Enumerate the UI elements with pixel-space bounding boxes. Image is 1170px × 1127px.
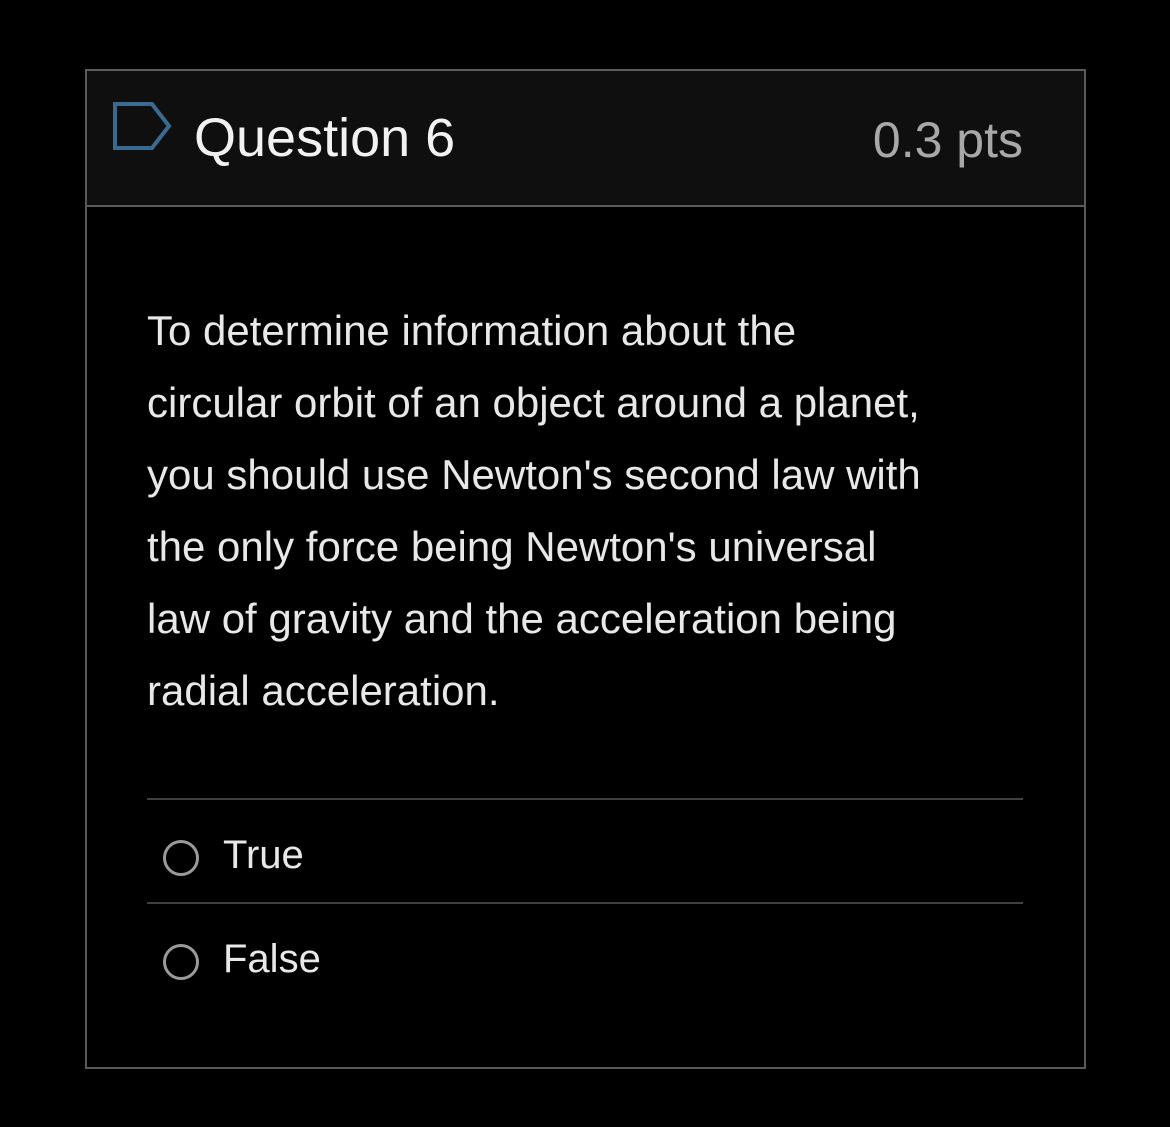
question-points: 0.3 pts bbox=[872, 112, 1023, 168]
answer-option-true[interactable]: True bbox=[147, 798, 1023, 902]
radio-button-false[interactable] bbox=[163, 944, 199, 980]
answer-label-false[interactable]: False bbox=[223, 934, 321, 984]
question-card: Question 6 0.3 pts To determine informat… bbox=[85, 69, 1086, 1069]
question-header: Question 6 0.3 pts bbox=[87, 71, 1084, 207]
answer-list: True False bbox=[147, 798, 1023, 1006]
answer-label-true[interactable]: True bbox=[223, 830, 304, 880]
radio-button-true[interactable] bbox=[163, 840, 199, 876]
flag-question-icon[interactable] bbox=[112, 101, 174, 151]
question-text: To determine information about the circu… bbox=[147, 307, 921, 714]
answer-option-false[interactable]: False bbox=[147, 902, 1023, 1006]
question-title: Question 6 bbox=[194, 108, 456, 168]
